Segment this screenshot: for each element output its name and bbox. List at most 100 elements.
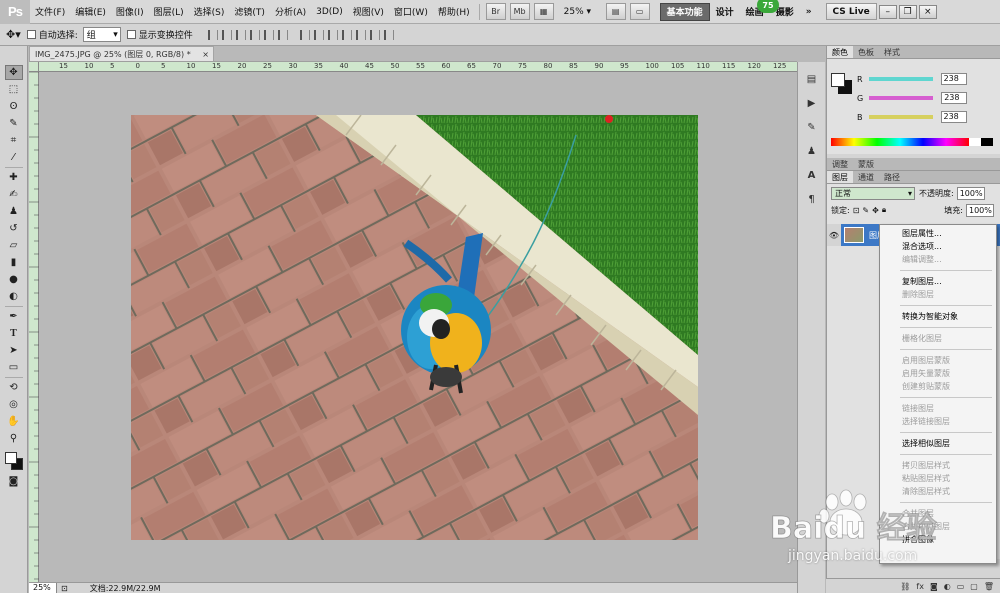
marquee-tool-icon[interactable]: ⬚ — [5, 82, 23, 97]
visibility-eye-icon[interactable]: 👁︎ — [827, 224, 841, 246]
distribute-bottom-icon[interactable] — [327, 29, 338, 40]
move-tool-icon[interactable]: ✥ — [4, 65, 23, 80]
quick-select-tool-icon[interactable]: ✎ — [5, 116, 23, 131]
history-panel-icon[interactable]: ▤ — [804, 72, 820, 86]
screen-mode-button[interactable]: ▭ — [629, 3, 650, 20]
g-value-input[interactable]: 238 — [941, 92, 968, 104]
status-zoom-field[interactable]: 25% — [29, 582, 57, 593]
close-document-icon[interactable]: × — [202, 50, 209, 59]
gradient-tool-icon[interactable]: ▮ — [5, 255, 23, 270]
tab-adjustments[interactable]: 调整 — [827, 158, 853, 170]
align-vcenter-icon[interactable] — [221, 29, 232, 40]
delete-layer-icon[interactable]: 🗑︎ — [984, 582, 994, 591]
align-right-icon[interactable] — [277, 29, 288, 40]
clone-stamp-tool-icon[interactable]: ♟ — [5, 204, 23, 219]
layer-thumbnail[interactable] — [844, 227, 864, 243]
eyedropper-tool-icon[interactable]: ⁄ — [5, 150, 23, 165]
black-white-ramp[interactable] — [969, 138, 993, 146]
pen-tool-icon[interactable]: ✒ — [5, 309, 23, 324]
menu-item[interactable]: 文件(F) — [30, 0, 70, 24]
context-menu-item[interactable]: 拼合图像 — [880, 533, 996, 546]
tab-layers[interactable]: 图层 — [827, 171, 853, 183]
zoom-select[interactable]: 25% ▾ — [564, 3, 604, 20]
blend-mode-dropdown[interactable]: 正常 ▾ — [831, 186, 915, 200]
align-left-icon[interactable] — [249, 29, 260, 40]
menu-item[interactable]: 视图(V) — [348, 0, 389, 24]
b-value-input[interactable]: 238 — [940, 111, 967, 123]
distribute-left-icon[interactable] — [341, 29, 352, 40]
lasso-tool-icon[interactable]: ʘ — [5, 99, 23, 114]
context-menu-item[interactable]: 转换为智能对象 — [880, 310, 996, 323]
r-value-input[interactable]: 238 — [940, 73, 967, 85]
color-spectrum[interactable] — [831, 138, 969, 146]
bridge-button[interactable]: Br — [485, 3, 506, 20]
3d-rotate-tool-icon[interactable]: ⟲ — [5, 380, 23, 395]
clone-source-panel-icon[interactable]: ♟ — [804, 144, 820, 158]
context-menu-item[interactable]: 选择相似图层 — [880, 437, 996, 450]
new-group-icon[interactable]: ▭ — [957, 582, 965, 591]
align-bottom-icon[interactable] — [235, 29, 246, 40]
mini-bridge-button[interactable]: Mb — [509, 3, 530, 20]
foreground-color[interactable] — [4, 452, 17, 464]
menu-item[interactable]: 图层(L) — [149, 0, 189, 24]
context-menu-item[interactable]: 图层属性... — [880, 227, 996, 240]
crop-tool-icon[interactable]: ⌗ — [5, 133, 23, 148]
layer-style-icon[interactable]: fx — [916, 582, 924, 591]
context-menu-item[interactable]: 混合选项... — [880, 240, 996, 253]
brush-tool-icon[interactable]: ✍ — [5, 187, 23, 202]
distribute-right-icon[interactable] — [369, 29, 380, 40]
view-extras-button[interactable]: ▦ — [533, 3, 554, 20]
zoom-tool-icon[interactable]: ⚲ — [5, 431, 23, 446]
lock-all-icon[interactable]: 🔒︎ — [882, 205, 886, 215]
new-adjustment-icon[interactable]: ◐ — [944, 582, 951, 591]
distribute-hcenter-icon[interactable] — [355, 29, 366, 40]
document-tab[interactable]: IMG_2475.JPG @ 25% (图层 0, RGB/8) * × — [29, 46, 214, 61]
blur-tool-icon[interactable]: ● — [5, 272, 23, 287]
menu-item[interactable]: 滤镜(T) — [229, 0, 270, 24]
path-select-tool-icon[interactable]: ➤ — [5, 343, 23, 358]
tab-color[interactable]: 颜色 — [827, 46, 853, 58]
dodge-tool-icon[interactable]: ◐ — [5, 289, 23, 304]
new-layer-icon[interactable]: ▢ — [970, 582, 978, 591]
menu-item[interactable]: 分析(A) — [270, 0, 311, 24]
menu-item[interactable]: 帮助(H) — [433, 0, 475, 24]
tab-channels[interactable]: 通道 — [853, 171, 879, 183]
brush-panel-icon[interactable]: ✎ — [804, 120, 820, 134]
auto-align-icon[interactable] — [383, 29, 394, 40]
type-tool-icon[interactable]: T — [5, 326, 23, 341]
link-layers-icon[interactable]: ⛓ — [900, 582, 910, 591]
g-slider[interactable] — [869, 96, 934, 100]
status-icon[interactable]: ⊡ — [61, 584, 68, 593]
fill-input[interactable]: 100% — [966, 203, 994, 217]
show-transform-checkbox[interactable] — [126, 30, 136, 39]
restore-button[interactable]: ❐ — [898, 4, 917, 19]
actions-panel-icon[interactable]: ▶ — [804, 96, 820, 110]
color-swatches[interactable] — [3, 450, 25, 470]
healing-brush-tool-icon[interactable]: ✚ — [5, 170, 23, 185]
cs-live-button[interactable]: CS Live — [825, 3, 877, 20]
character-panel-icon[interactable]: A — [804, 168, 820, 182]
align-hcenter-icon[interactable] — [263, 29, 274, 40]
panel-foreground-swatch[interactable] — [831, 73, 845, 87]
align-top-icon[interactable] — [207, 29, 218, 40]
lock-transparency-icon[interactable]: ⊡ — [853, 206, 860, 215]
add-mask-icon[interactable]: ◙ — [930, 582, 938, 591]
tab-styles[interactable]: 样式 — [879, 46, 905, 58]
menu-item[interactable]: 3D(D) — [311, 0, 348, 24]
quick-mask-icon[interactable]: ◙ — [5, 474, 23, 489]
auto-select-checkbox[interactable] — [26, 30, 36, 39]
context-menu-item[interactable]: 复制图层... — [880, 275, 996, 288]
minimize-button[interactable]: – — [878, 4, 897, 19]
more-workspaces-button[interactable]: » — [800, 3, 818, 21]
ruler-corner[interactable] — [29, 62, 39, 72]
workspace-essentials[interactable]: 基本功能 — [659, 2, 710, 21]
horizontal-ruler[interactable]: 15 10 5 0 5 10 15 20 25 30 35 40 45 50 55 60 65 70 75 80 85 9… — [39, 62, 812, 72]
distribute-top-icon[interactable] — [299, 29, 310, 40]
auto-select-dropdown[interactable]: 组 ▾ — [82, 27, 121, 42]
tab-swatches[interactable]: 色板 — [853, 46, 879, 58]
eraser-tool-icon[interactable]: ▱ — [5, 238, 23, 253]
paragraph-panel-icon[interactable]: ¶ — [804, 192, 820, 206]
workspace-design[interactable]: 设计 — [710, 3, 740, 21]
close-window-button[interactable]: × — [918, 4, 937, 19]
vertical-ruler[interactable] — [29, 71, 39, 582]
